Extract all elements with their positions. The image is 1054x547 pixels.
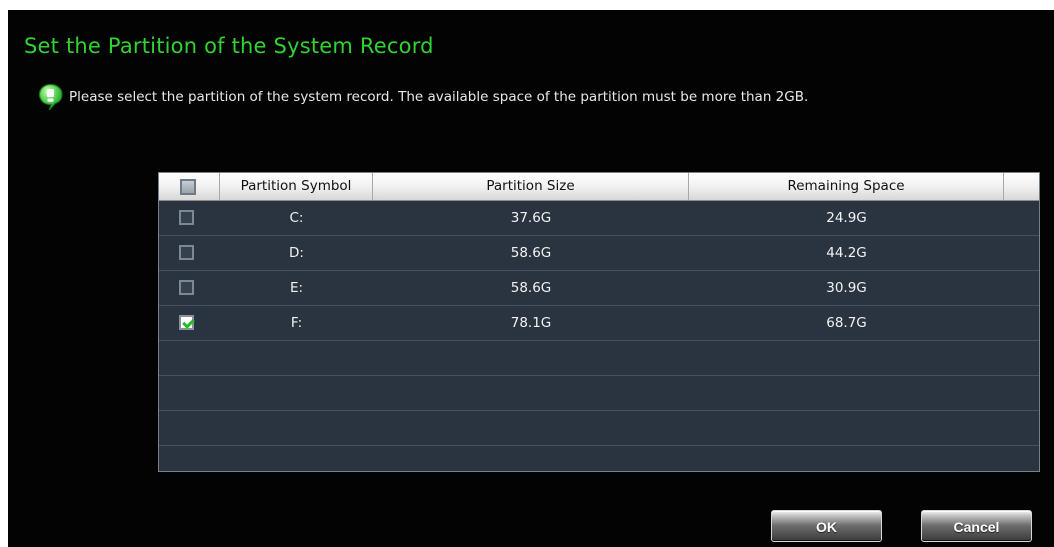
partition-symbol: C:	[289, 210, 304, 226]
partition-symbol: E:	[289, 280, 304, 296]
row-checkbox-cell	[159, 201, 220, 235]
remaining-space: 44.2G	[826, 245, 867, 261]
empty-table-row	[159, 376, 1039, 411]
partition-symbol: D:	[289, 245, 304, 261]
partition-e-checkbox[interactable]	[179, 280, 194, 295]
empty-table-row	[159, 341, 1039, 376]
partition-d-checkbox[interactable]	[179, 245, 194, 260]
partition-size: 37.6G	[510, 210, 552, 226]
empty-table-row	[159, 446, 1039, 471]
partition-dialog: Set the Partition of the System Record P…	[8, 10, 1054, 547]
column-partition-size: Partition Size	[373, 173, 689, 200]
empty-table-row	[159, 411, 1039, 446]
row-checkbox-cell	[159, 236, 220, 270]
partition-row-c[interactable]: C: 37.6G 24.9G	[159, 201, 1039, 236]
ok-button[interactable]: OK	[771, 510, 882, 542]
row-checkbox-cell	[159, 306, 220, 340]
dialog-title: Set the Partition of the System Record	[24, 34, 434, 58]
select-all-cell	[159, 173, 220, 200]
partition-size: 58.6G	[510, 245, 552, 261]
column-partition-symbol: Partition Symbol	[220, 173, 373, 200]
table-header: Partition Symbol Partition Size Remainin…	[159, 173, 1039, 201]
partition-row-e[interactable]: E: 58.6G 30.9G	[159, 271, 1039, 306]
partition-size: 78.1G	[510, 315, 552, 331]
partition-row-f[interactable]: F: 78.1G 68.7G	[159, 306, 1039, 341]
partition-f-checkbox[interactable]	[179, 315, 194, 330]
remaining-space: 68.7G	[826, 315, 867, 331]
row-checkbox-cell	[159, 271, 220, 305]
partition-size: 58.6G	[510, 280, 552, 296]
remaining-space: 30.9G	[826, 280, 867, 296]
table-header-spacer	[1004, 173, 1039, 200]
cancel-button[interactable]: Cancel	[921, 510, 1032, 542]
instruction-text: Please select the partition of the syste…	[69, 89, 809, 105]
info-bubble-icon	[38, 83, 63, 110]
column-remaining-space: Remaining Space	[689, 173, 1004, 200]
partition-c-checkbox[interactable]	[179, 210, 194, 225]
partition-symbol: F:	[290, 315, 303, 331]
instruction-row: Please select the partition of the syste…	[38, 82, 808, 112]
partition-table: Partition Symbol Partition Size Remainin…	[158, 172, 1040, 472]
select-all-checkbox[interactable]	[180, 179, 196, 195]
remaining-space: 24.9G	[826, 210, 867, 226]
partition-row-d[interactable]: D: 58.6G 44.2G	[159, 236, 1039, 271]
